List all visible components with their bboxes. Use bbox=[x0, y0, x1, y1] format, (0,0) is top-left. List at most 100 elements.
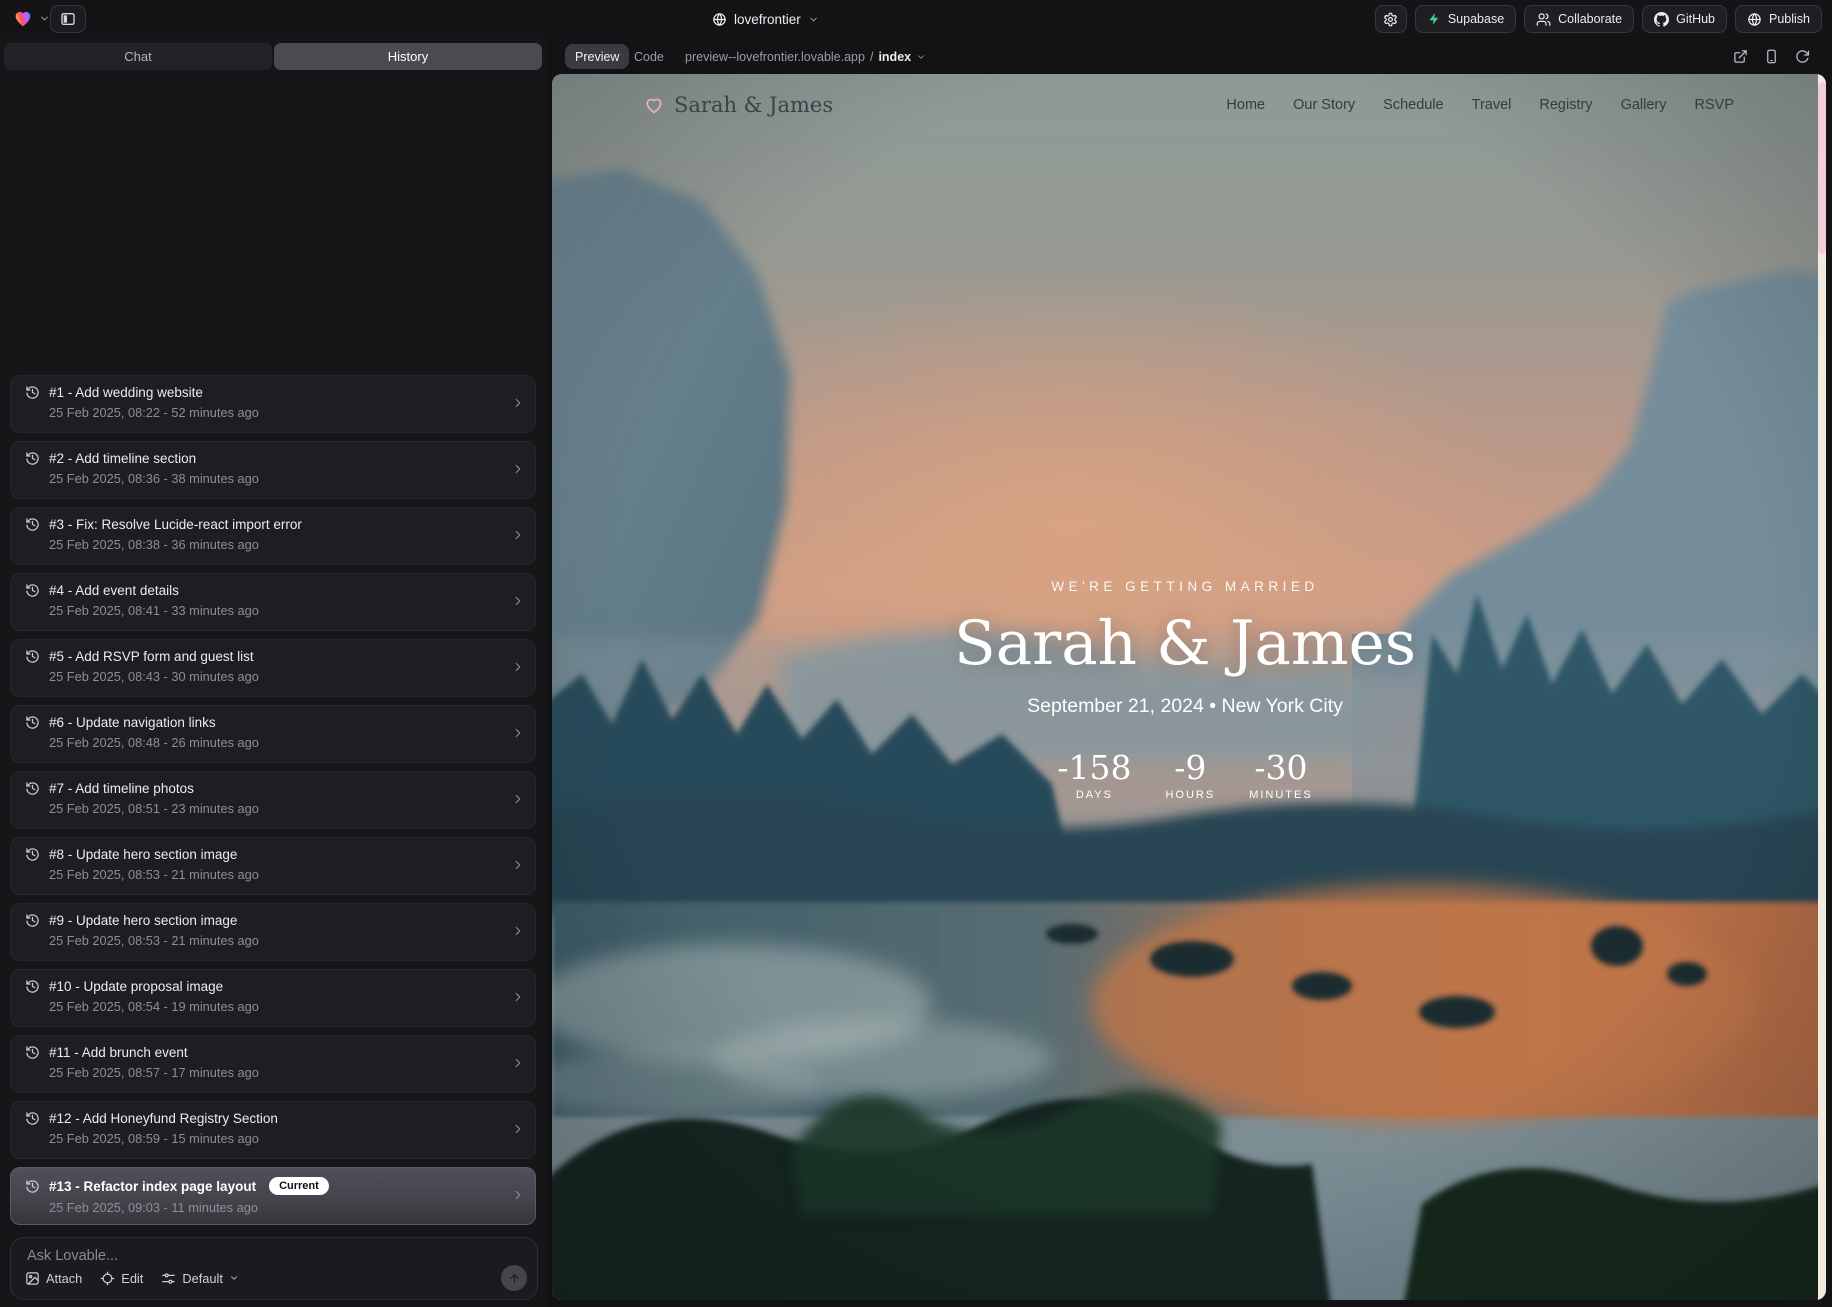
history-icon bbox=[25, 649, 40, 664]
history-icon bbox=[25, 913, 40, 928]
sidebar-tabs: Chat History bbox=[4, 43, 542, 70]
heart-outline-icon bbox=[644, 95, 664, 115]
history-item-timestamp: 25 Feb 2025, 08:41 - 33 minutes ago bbox=[49, 603, 521, 618]
history-item[interactable]: #10 - Update proposal image 25 Feb 2025,… bbox=[10, 969, 536, 1027]
history-item-title: #7 - Add timeline photos bbox=[49, 781, 194, 796]
history-item-timestamp: 25 Feb 2025, 08:51 - 23 minutes ago bbox=[49, 801, 521, 816]
history-item-timestamp: 25 Feb 2025, 08:48 - 26 minutes ago bbox=[49, 735, 521, 750]
chevron-right-icon[interactable] bbox=[511, 1122, 525, 1136]
chevron-right-icon[interactable] bbox=[511, 924, 525, 938]
hero-section: WE'RE GETTING MARRIED Sarah & James Sept… bbox=[552, 579, 1818, 801]
preview-toolbar: Preview Code preview--lovefrontier.lovab… bbox=[552, 38, 1826, 74]
chevron-down-icon[interactable] bbox=[39, 13, 50, 24]
project-switcher[interactable]: lovefrontier bbox=[712, 0, 819, 38]
nav-link[interactable]: Schedule bbox=[1383, 97, 1443, 113]
users-icon bbox=[1536, 12, 1551, 27]
github-icon bbox=[1654, 12, 1669, 27]
site-nav: Home Our Story Schedule Travel Registry Galle… bbox=[1226, 97, 1734, 113]
url-page: index bbox=[878, 50, 911, 64]
history-item[interactable]: #6 - Update navigation links 25 Feb 2025… bbox=[10, 705, 536, 763]
history-item-title: #3 - Fix: Resolve Lucide-react import er… bbox=[49, 517, 302, 532]
tab-code[interactable]: Code bbox=[634, 44, 664, 69]
collaborate-button[interactable]: Collaborate bbox=[1524, 5, 1634, 33]
history-item[interactable]: #1 - Add wedding website 25 Feb 2025, 08… bbox=[10, 375, 536, 433]
countdown-label: HOURS bbox=[1165, 789, 1215, 801]
external-link-icon[interactable] bbox=[1733, 49, 1748, 64]
nav-link[interactable]: RSVP bbox=[1695, 97, 1735, 113]
history-item[interactable]: #5 - Add RSVP form and guest list 25 Feb… bbox=[10, 639, 536, 697]
tab-history[interactable]: History bbox=[274, 43, 542, 70]
chevron-right-icon[interactable] bbox=[511, 990, 525, 1004]
tab-chat[interactable]: Chat bbox=[4, 43, 272, 70]
smartphone-icon[interactable] bbox=[1764, 49, 1779, 64]
chevron-right-icon[interactable] bbox=[511, 1056, 525, 1070]
send-button[interactable] bbox=[501, 1265, 527, 1291]
chevron-right-icon[interactable] bbox=[511, 858, 525, 872]
site-logo[interactable]: Sarah & James bbox=[644, 93, 833, 117]
sidebar-toggle-button[interactable] bbox=[50, 5, 86, 33]
history-icon bbox=[25, 781, 40, 796]
nav-link[interactable]: Home bbox=[1226, 97, 1265, 113]
site-scrollbar-thumb[interactable] bbox=[1818, 82, 1826, 254]
history-list: #1 - Add wedding website 25 Feb 2025, 08… bbox=[10, 375, 536, 1233]
current-badge: Current bbox=[269, 1177, 329, 1195]
supabase-bolt-icon bbox=[1427, 12, 1441, 26]
history-item[interactable]: #13 - Refactor index page layout Current… bbox=[10, 1167, 536, 1225]
hero-date-location: September 21, 2024 • New York City bbox=[552, 695, 1818, 718]
history-icon bbox=[25, 385, 40, 400]
prompt-input[interactable]: Ask Lovable... bbox=[27, 1248, 118, 1264]
prompt-composer[interactable]: Ask Lovable... Attach Edit bbox=[10, 1237, 538, 1300]
refresh-icon[interactable] bbox=[1795, 49, 1810, 64]
countdown-unit: -30 MINUTES bbox=[1249, 748, 1313, 801]
history-icon bbox=[25, 517, 40, 532]
github-button[interactable]: GitHub bbox=[1642, 5, 1727, 33]
history-item[interactable]: #2 - Add timeline section 25 Feb 2025, 0… bbox=[10, 441, 536, 499]
history-item[interactable]: #8 - Update hero section image 25 Feb 20… bbox=[10, 837, 536, 895]
chevron-right-icon[interactable] bbox=[511, 462, 525, 476]
chevron-right-icon[interactable] bbox=[511, 396, 525, 410]
chevron-right-icon[interactable] bbox=[511, 528, 525, 542]
target-icon bbox=[100, 1271, 115, 1286]
chevron-right-icon[interactable] bbox=[511, 594, 525, 608]
settings-button[interactable] bbox=[1375, 5, 1407, 33]
supabase-button[interactable]: Supabase bbox=[1415, 5, 1516, 33]
site-scrollbar[interactable] bbox=[1818, 74, 1826, 1300]
history-item-title: #13 - Refactor index page layout bbox=[49, 1179, 256, 1194]
history-item-title: #2 - Add timeline section bbox=[49, 451, 196, 466]
tab-preview[interactable]: Preview bbox=[565, 44, 629, 69]
history-item[interactable]: #3 - Fix: Resolve Lucide-react import er… bbox=[10, 507, 536, 565]
history-item-timestamp: 25 Feb 2025, 08:43 - 30 minutes ago bbox=[49, 669, 521, 684]
countdown: -158 DAYS -9 HOURS -30 MINUTES bbox=[552, 748, 1818, 801]
chat-mode-button[interactable]: Default bbox=[161, 1271, 239, 1286]
history-item[interactable]: #12 - Add Honeyfund Registry Section 25 … bbox=[10, 1101, 536, 1159]
publish-button[interactable]: Publish bbox=[1735, 5, 1822, 33]
edit-label: Edit bbox=[121, 1271, 143, 1286]
history-icon bbox=[25, 715, 40, 730]
history-item[interactable]: #4 - Add event details 25 Feb 2025, 08:4… bbox=[10, 573, 536, 631]
history-item-timestamp: 25 Feb 2025, 08:36 - 38 minutes ago bbox=[49, 471, 521, 486]
chat-sidebar: Chat History #1 - Add wedding website 25… bbox=[0, 38, 546, 1307]
nav-link[interactable]: Travel bbox=[1472, 97, 1512, 113]
nav-link[interactable]: Our Story bbox=[1293, 97, 1355, 113]
publish-label: Publish bbox=[1769, 12, 1810, 26]
site-logo-text: Sarah & James bbox=[674, 93, 833, 117]
chevron-right-icon[interactable] bbox=[511, 792, 525, 806]
attach-button[interactable]: Attach bbox=[25, 1271, 82, 1286]
chevron-right-icon[interactable] bbox=[511, 1188, 525, 1202]
history-item[interactable]: #7 - Add timeline photos 25 Feb 2025, 08… bbox=[10, 771, 536, 829]
history-icon bbox=[25, 451, 40, 466]
countdown-label: MINUTES bbox=[1249, 789, 1313, 801]
preview-url[interactable]: preview--lovefrontier.lovable.app / inde… bbox=[685, 44, 926, 69]
app-top-bar: lovefrontier Supabase bbox=[0, 0, 1832, 38]
lovable-heart-icon[interactable] bbox=[12, 7, 34, 29]
history-item-timestamp: 25 Feb 2025, 08:59 - 15 minutes ago bbox=[49, 1131, 521, 1146]
history-item-title: #4 - Add event details bbox=[49, 583, 179, 598]
history-item[interactable]: #9 - Update hero section image 25 Feb 20… bbox=[10, 903, 536, 961]
edit-select-button[interactable]: Edit bbox=[100, 1271, 143, 1286]
nav-link[interactable]: Registry bbox=[1539, 97, 1592, 113]
chevron-right-icon[interactable] bbox=[511, 726, 525, 740]
chevron-right-icon[interactable] bbox=[511, 660, 525, 674]
nav-link[interactable]: Gallery bbox=[1621, 97, 1667, 113]
countdown-value: -158 bbox=[1057, 748, 1131, 787]
history-item[interactable]: #11 - Add brunch event 25 Feb 2025, 08:5… bbox=[10, 1035, 536, 1093]
